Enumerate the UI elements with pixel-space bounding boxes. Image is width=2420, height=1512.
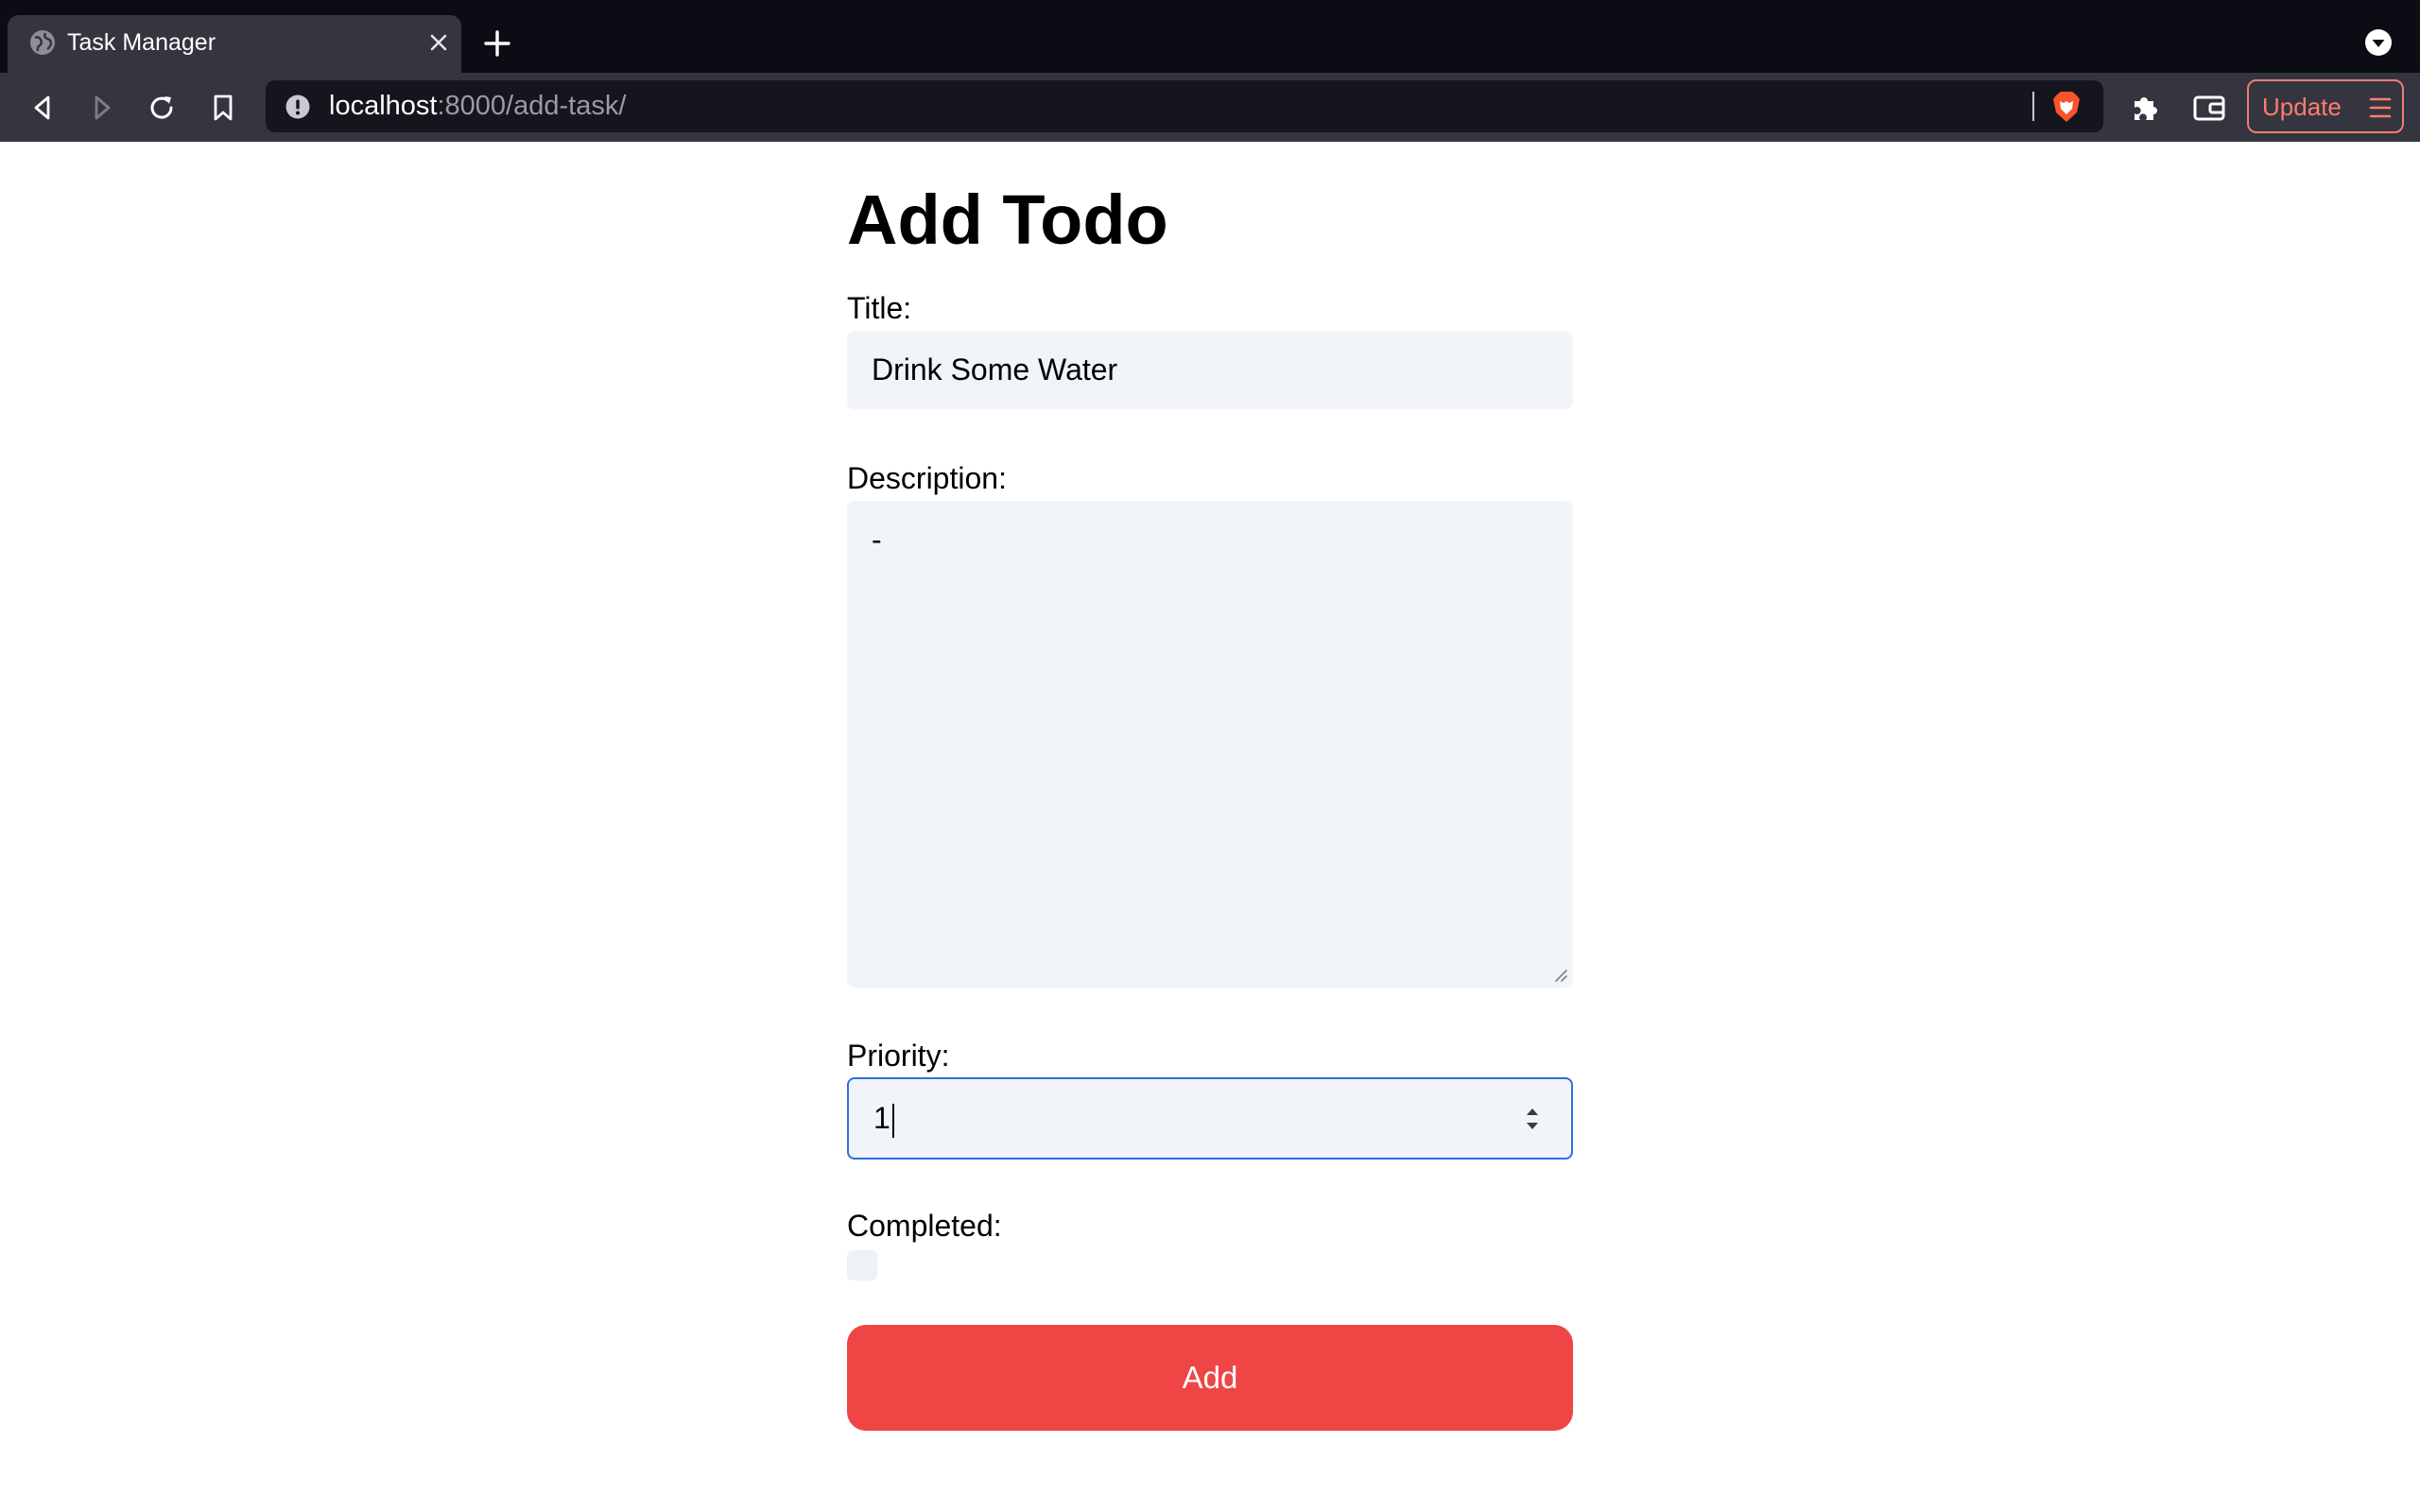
title-input-value: Drink Some Water xyxy=(872,352,1118,387)
browser-toolbar: localhost:8000/add-task/ Update xyxy=(0,73,2420,142)
tab-title: Task Manager xyxy=(67,29,216,56)
page-title: Add Todo xyxy=(847,180,1168,259)
update-label: Update xyxy=(2262,93,2342,121)
url-text[interactable]: localhost:8000/add-task/ xyxy=(329,91,626,122)
priority-number-input[interactable]: 1 xyxy=(847,1077,1573,1160)
address-bar-divider xyxy=(2032,92,2034,121)
chevron-down-circle-icon[interactable] xyxy=(2363,27,2394,58)
info-icon[interactable] xyxy=(285,94,311,120)
address-bar[interactable]: localhost:8000/add-task/ xyxy=(266,80,2103,132)
reload-icon xyxy=(150,96,173,119)
plus-icon[interactable] xyxy=(480,26,514,60)
forward-arrow-icon xyxy=(95,95,111,120)
forward-button[interactable] xyxy=(84,90,120,126)
bookmark-icon xyxy=(214,94,233,121)
completed-checkbox[interactable] xyxy=(847,1250,877,1280)
browser-tab-bar: Task Manager xyxy=(0,0,2420,73)
hamburger-menu-icon[interactable] xyxy=(2368,94,2393,121)
globe-icon xyxy=(30,30,55,55)
browser-tab[interactable]: Task Manager xyxy=(8,15,461,73)
update-button[interactable]: Update xyxy=(2247,79,2404,133)
back-button[interactable] xyxy=(25,90,60,126)
title-label: Title: xyxy=(847,291,912,325)
description-textarea-value: - xyxy=(872,523,882,557)
brave-lion-icon[interactable] xyxy=(2050,90,2083,124)
priority-label: Priority: xyxy=(847,1039,950,1073)
wallet-icon[interactable] xyxy=(2191,90,2227,126)
title-input[interactable]: Drink Some Water xyxy=(847,331,1573,409)
bookmark-button[interactable] xyxy=(205,90,241,126)
back-arrow-icon xyxy=(34,95,50,120)
puzzle-icon[interactable] xyxy=(2127,90,2163,126)
number-stepper-icon[interactable] xyxy=(1522,1102,1543,1136)
description-textarea[interactable]: - xyxy=(847,501,1573,988)
description-label: Description: xyxy=(847,461,1007,495)
priority-input-value: 1 xyxy=(873,1100,894,1138)
close-icon[interactable] xyxy=(424,27,454,58)
url-host: localhost xyxy=(329,91,438,121)
add-button[interactable]: Add xyxy=(847,1325,1573,1431)
priority-value-text: 1 xyxy=(873,1101,890,1135)
reload-button[interactable] xyxy=(144,90,180,126)
text-caret xyxy=(891,1103,894,1138)
url-path: :8000/add-task/ xyxy=(437,91,627,121)
completed-label: Completed: xyxy=(847,1209,1002,1243)
resize-handle-icon[interactable] xyxy=(1552,967,1567,982)
